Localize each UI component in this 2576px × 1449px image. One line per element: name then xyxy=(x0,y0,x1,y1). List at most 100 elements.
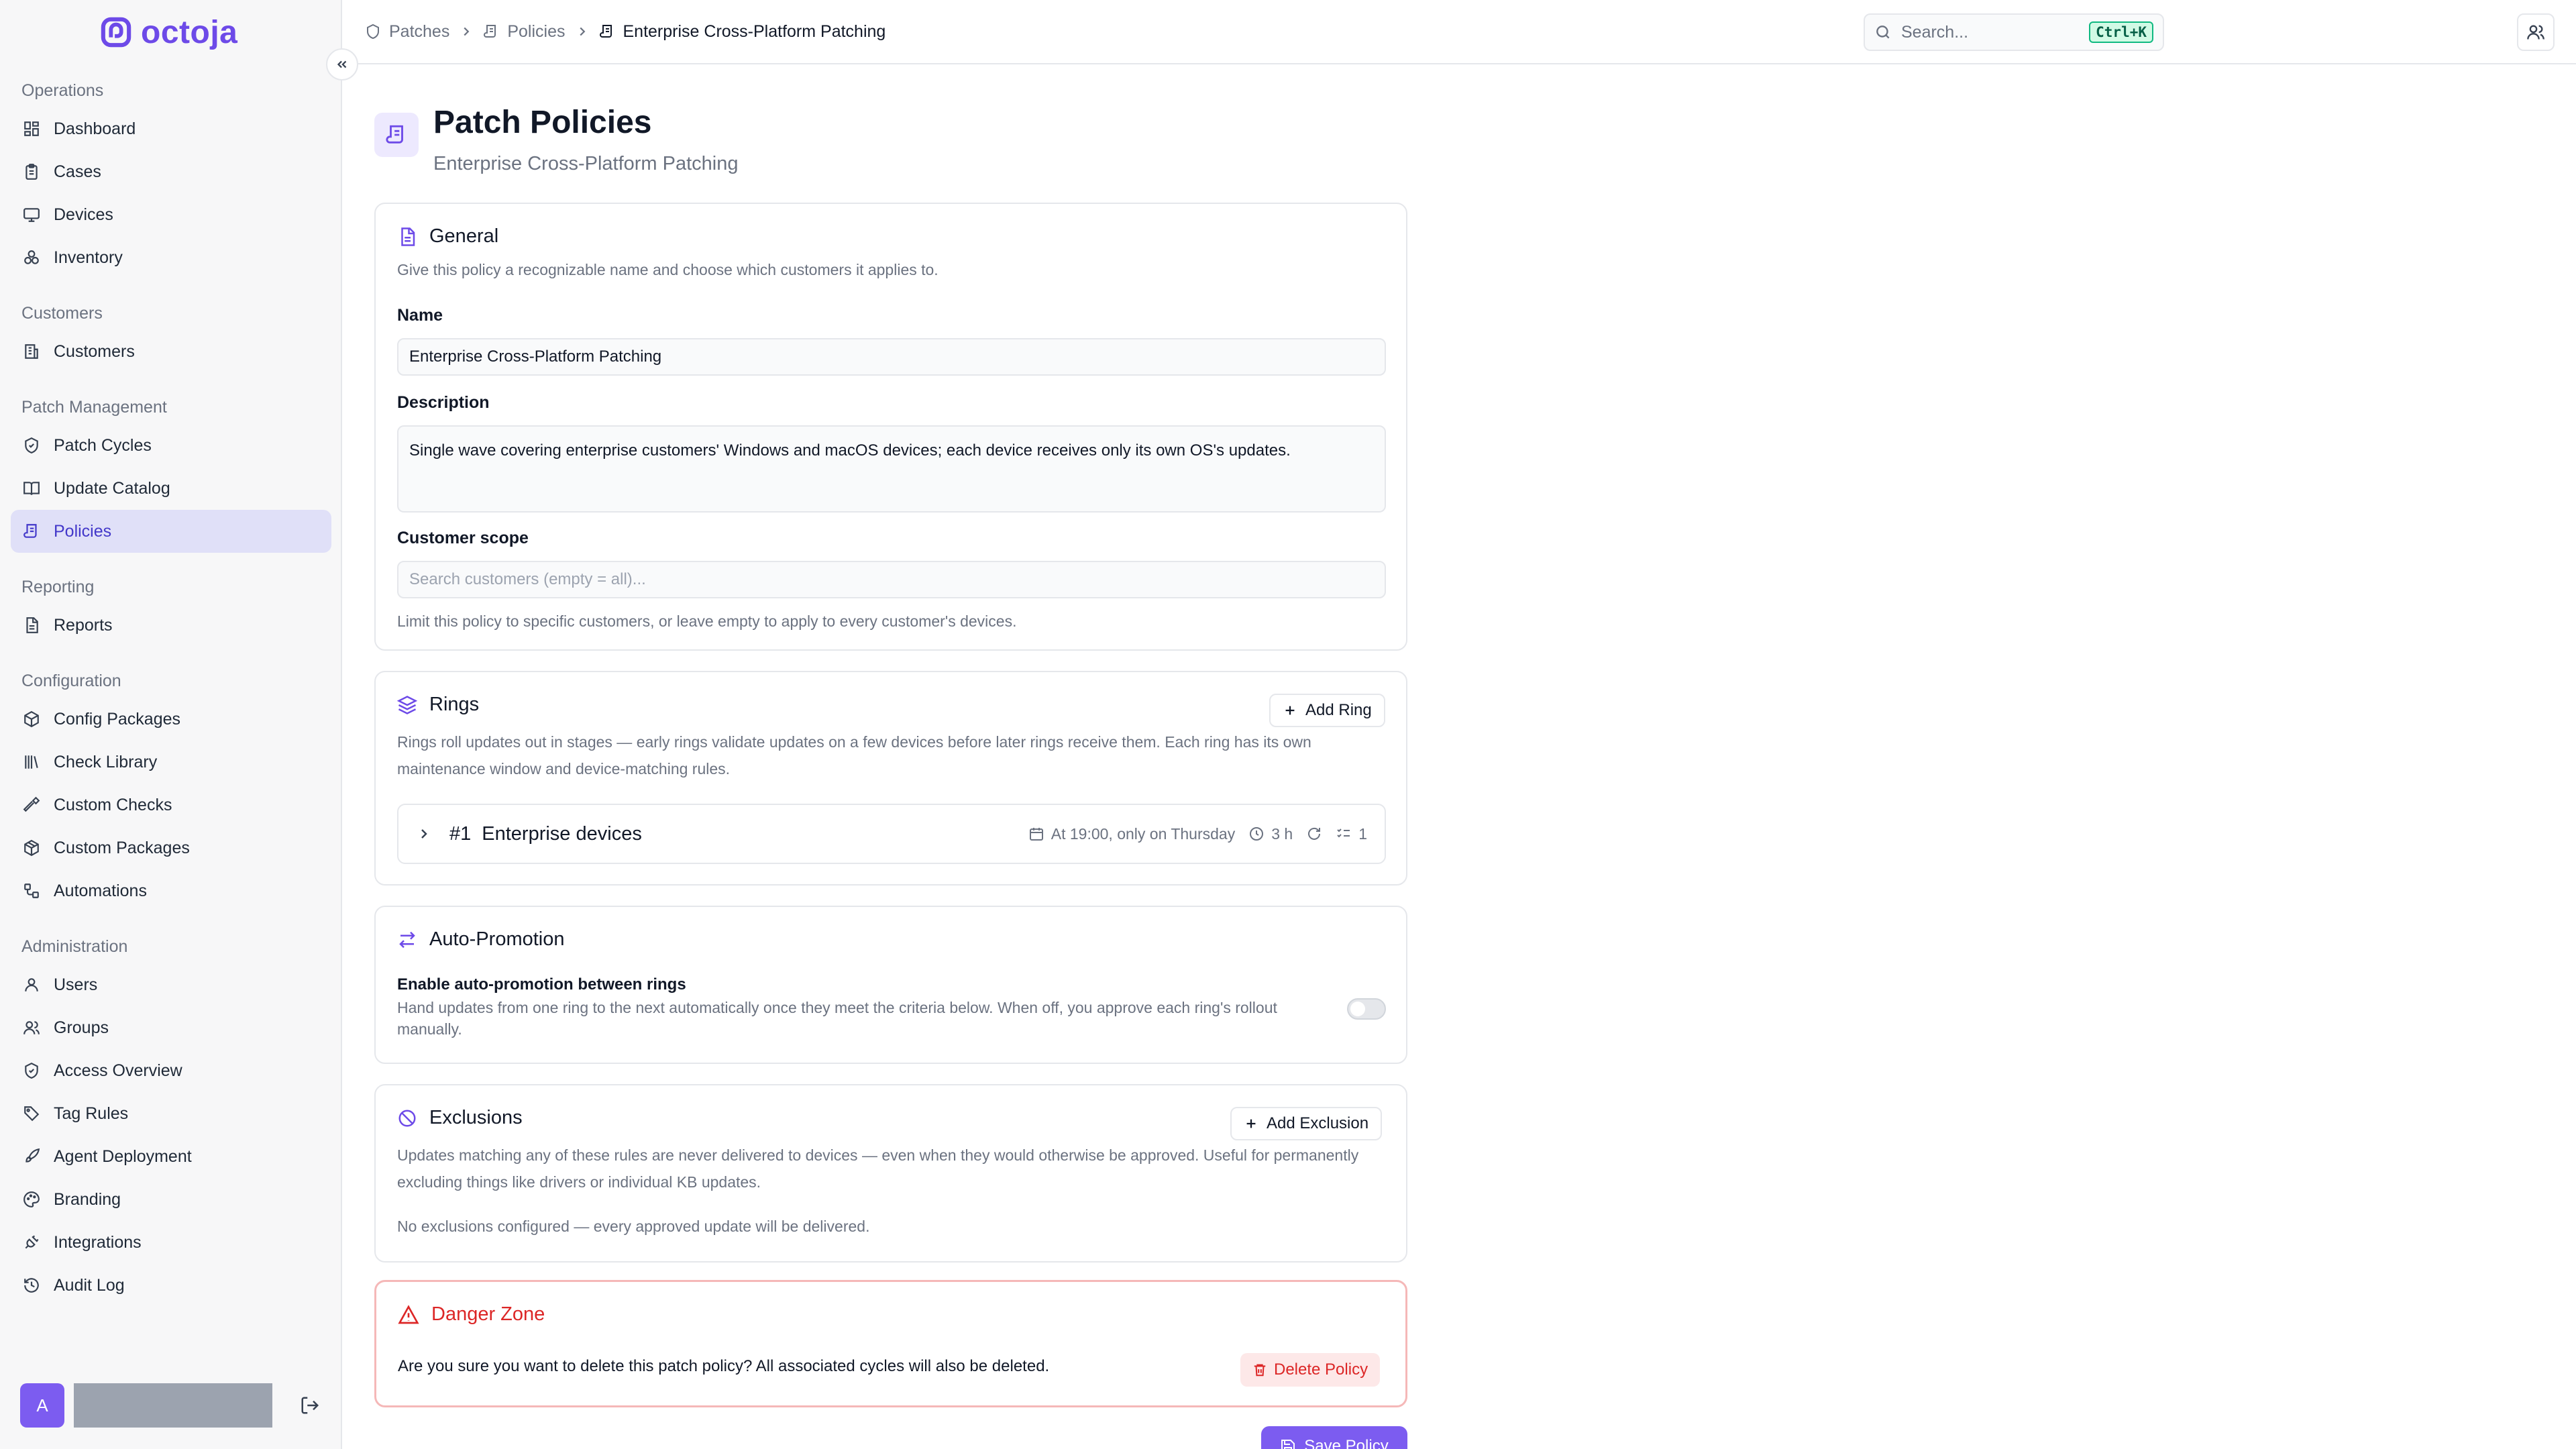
sidebar-item-cases[interactable]: Cases xyxy=(11,150,331,193)
sidebar-item-agent-deployment[interactable]: Agent Deployment xyxy=(11,1135,331,1178)
nav-section-administration: Administration xyxy=(21,936,128,956)
auto-promotion-toggle[interactable] xyxy=(1347,998,1386,1020)
sidebar-item-custom-packages[interactable]: Custom Packages xyxy=(11,826,331,869)
sidebar-item-devices[interactable]: Devices xyxy=(11,193,331,236)
search-placeholder: Search... xyxy=(1901,22,1969,42)
ring-duration: 3 h xyxy=(1248,825,1293,843)
collapse-sidebar-button[interactable] xyxy=(326,48,358,80)
sidebar-item-groups[interactable]: Groups xyxy=(11,1006,331,1049)
shield-icon xyxy=(367,23,379,40)
chevron-right-icon xyxy=(459,24,474,39)
user-icon xyxy=(21,975,42,995)
sidebar-item-customers[interactable]: Customers xyxy=(11,330,331,373)
sidebar-item-update-catalog[interactable]: Update Catalog xyxy=(11,467,331,510)
exclusions-card: Exclusions Add Exclusion Updates matchin… xyxy=(374,1084,1407,1263)
plus-icon xyxy=(1246,1119,1256,1128)
list-checks-icon xyxy=(1337,828,1350,838)
customer-scope-help: Limit this policy to specific customers,… xyxy=(397,612,1017,630)
auto-promotion-title: Auto-Promotion xyxy=(429,928,565,950)
sidebar-item-patch-cycles[interactable]: Patch Cycles xyxy=(11,424,331,467)
workflow-icon xyxy=(21,881,42,901)
dashboard-icon xyxy=(21,119,42,139)
sidebar-item-config-packages[interactable]: Config Packages xyxy=(11,698,331,741)
brand-name: octoja xyxy=(141,14,238,50)
sidebar-item-label: Inventory xyxy=(54,248,123,267)
refresh-icon xyxy=(1308,827,1321,840)
description-label: Description xyxy=(397,393,490,412)
chevron-right-icon[interactable] xyxy=(416,826,432,842)
sidebar-item-label: Automations xyxy=(54,881,147,900)
book-icon xyxy=(21,478,42,498)
sidebar-item-policies[interactable]: Policies xyxy=(11,510,331,553)
exclusions-description: Updates matching any of these rules are … xyxy=(397,1146,1359,1191)
policy-name-input[interactable]: Enterprise Cross-Platform Patching xyxy=(397,338,1386,376)
packages-icon xyxy=(21,838,42,858)
ring-schedule-text: At 19:00, only on Thursday xyxy=(1051,824,1236,843)
sidebar-item-audit-log[interactable]: Audit Log xyxy=(11,1264,331,1307)
hammer-icon xyxy=(21,795,42,815)
monitor-icon xyxy=(21,205,42,225)
global-search[interactable]: Search... Ctrl+K xyxy=(1864,13,2164,51)
breadcrumb-patches[interactable]: Patches xyxy=(365,22,449,42)
rings-title: Rings xyxy=(429,694,480,715)
logout-button[interactable] xyxy=(297,1392,323,1419)
delete-policy-button[interactable]: Delete Policy xyxy=(1240,1353,1381,1387)
sidebar-item-label: Config Packages xyxy=(54,709,181,729)
nav-section-configuration: Configuration xyxy=(21,671,121,690)
danger-zone-card: Danger Zone Are you sure you want to del… xyxy=(374,1280,1407,1407)
sidebar-item-branding[interactable]: Branding xyxy=(11,1178,331,1221)
sidebar-item-dashboard[interactable]: Dashboard xyxy=(11,107,331,150)
page-header: Patch Policies Enterprise Cross-Platform… xyxy=(374,98,739,175)
sidebar-item-tag-rules[interactable]: Tag Rules xyxy=(11,1092,331,1135)
nav-section-operations: Operations xyxy=(21,80,104,100)
scroll-icon xyxy=(374,113,419,157)
sidebar-item-automations[interactable]: Automations xyxy=(11,869,331,912)
sidebar-item-custom-checks[interactable]: Custom Checks xyxy=(11,784,331,826)
avatar[interactable]: A xyxy=(20,1383,64,1428)
topbar: Patches Policies Enterprise Cross-Platfo… xyxy=(342,0,2576,64)
sidebar-item-label: Patch Cycles xyxy=(54,435,152,455)
ring-row[interactable]: #1 Enterprise devices At 19:00, only on … xyxy=(397,804,1386,864)
rings-card: Rings Add Ring Rings roll updates out in… xyxy=(374,671,1407,885)
sidebar-item-users[interactable]: Users xyxy=(11,963,331,1006)
toggle-knob xyxy=(1350,1002,1365,1016)
save-policy-label: Save Policy xyxy=(1304,1437,1389,1449)
ring-refresh xyxy=(1306,826,1322,842)
scroll-icon xyxy=(599,25,612,38)
rings-header: Rings xyxy=(397,694,479,716)
chevron-right-icon xyxy=(575,24,590,39)
ring-number: #1 xyxy=(449,822,472,845)
sidebar-item-check-library[interactable]: Check Library xyxy=(11,741,331,784)
save-icon xyxy=(1281,1440,1295,1449)
exclusions-header: Exclusions xyxy=(397,1107,523,1129)
danger-zone-header: Danger Zone xyxy=(398,1303,545,1326)
general-header: General xyxy=(397,225,498,248)
breadcrumb-label: Enterprise Cross-Platform Patching xyxy=(623,21,886,41)
breadcrumb-current: Enterprise Cross-Platform Patching xyxy=(599,21,886,42)
sidebar-item-integrations[interactable]: Integrations xyxy=(11,1221,331,1264)
sidebar-item-label: Tag Rules xyxy=(54,1104,129,1123)
octoja-logo-icon xyxy=(101,17,131,48)
sidebar-item-inventory[interactable]: Inventory xyxy=(11,236,331,279)
save-policy-button[interactable]: Save Policy xyxy=(1261,1426,1407,1449)
ring-rules-count: 1 xyxy=(1358,824,1367,843)
scroll-icon xyxy=(21,521,42,541)
breadcrumb-label: Policies xyxy=(507,21,566,41)
sidebar-item-label: Users xyxy=(54,975,98,994)
add-exclusion-button[interactable]: Add Exclusion xyxy=(1230,1107,1383,1140)
policy-description-textarea[interactable]: Single wave covering enterprise customer… xyxy=(397,425,1386,513)
add-ring-button[interactable]: Add Ring xyxy=(1269,694,1385,727)
sidebar-item-label: Cases xyxy=(54,162,101,181)
customer-scope-search-input[interactable]: Search customers (empty = all)... xyxy=(397,561,1386,598)
history-icon xyxy=(21,1275,42,1295)
breadcrumb: Patches Policies Enterprise Cross-Platfo… xyxy=(365,22,885,42)
sidebar-item-access-overview[interactable]: Access Overview xyxy=(11,1049,331,1092)
brand-logo[interactable]: octoja xyxy=(101,15,237,50)
breadcrumb-policies[interactable]: Policies xyxy=(483,21,566,42)
sidebar-item-label: Devices xyxy=(54,205,113,224)
shield-icon xyxy=(21,435,42,455)
account-button[interactable] xyxy=(2517,13,2555,51)
ban-icon xyxy=(398,1110,416,1126)
shield-check-icon xyxy=(21,1061,42,1081)
sidebar-item-reports[interactable]: Reports xyxy=(11,604,331,647)
